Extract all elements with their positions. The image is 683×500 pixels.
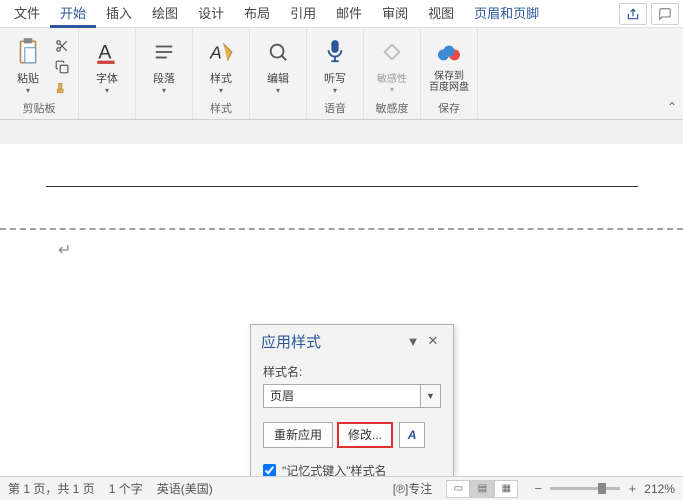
dictate-button[interactable]: 听写 ▾	[313, 32, 357, 98]
tab-draw[interactable]: 绘图	[142, 0, 188, 28]
comment-icon	[658, 7, 672, 21]
chevron-down-icon: ▾	[276, 86, 280, 95]
zoom-thumb[interactable]	[598, 483, 606, 494]
modify-button[interactable]: 修改...	[337, 422, 393, 448]
paragraph-mark-icon: ↵	[58, 240, 71, 260]
chevron-down-icon: ▾	[162, 86, 166, 95]
group-styles: A 样式 ▾ 样式	[193, 28, 250, 119]
tag-icon	[381, 41, 403, 63]
share-button[interactable]	[619, 3, 647, 25]
tab-file[interactable]: 文件	[4, 0, 50, 28]
styles-icon: A	[208, 39, 234, 65]
format-painter-button[interactable]	[52, 79, 72, 98]
zoom-in-button[interactable]: +	[626, 481, 638, 496]
search-icon	[267, 41, 289, 63]
chevron-down-icon: ▾	[333, 86, 337, 95]
comments-button[interactable]	[651, 3, 679, 25]
pane-title: 应用样式	[261, 331, 403, 352]
status-page[interactable]: 第 1 页，共 1 页	[8, 480, 95, 497]
font-icon: A	[94, 39, 120, 65]
view-read-button[interactable]: ▭	[446, 480, 470, 498]
group-paragraph: 段落 ▾	[136, 28, 193, 119]
header-boundary	[0, 228, 683, 230]
autocomplete-checkbox[interactable]	[263, 464, 276, 476]
svg-text:A: A	[209, 42, 222, 62]
pane-close-button[interactable]: ✕	[423, 333, 443, 349]
tab-references[interactable]: 引用	[280, 0, 326, 28]
paragraph-button[interactable]: 段落 ▾	[142, 32, 186, 98]
tab-header-footer[interactable]: 页眉和页脚	[464, 0, 549, 28]
scissors-icon	[55, 39, 69, 53]
group-edit: 编辑 ▾	[250, 28, 307, 119]
autocomplete-checkbox-row[interactable]: "记忆式键入"样式名	[263, 462, 441, 476]
autocomplete-label: "记忆式键入"样式名	[282, 462, 387, 476]
status-words[interactable]: 1 个字	[109, 480, 143, 497]
style-name-input[interactable]: 页眉	[263, 384, 421, 408]
sensitivity-button[interactable]: 敏感性 ▾	[370, 32, 414, 98]
tab-layout[interactable]: 布局	[234, 0, 280, 28]
group-voice: 听写 ▾ 语音	[307, 28, 364, 119]
styles-pane-launcher-button[interactable]: A	[399, 422, 425, 448]
tab-review[interactable]: 审阅	[372, 0, 418, 28]
cut-button[interactable]	[52, 36, 72, 55]
chevron-down-icon: ▾	[219, 86, 223, 95]
styles-button[interactable]: A 样式 ▾	[199, 32, 243, 98]
paste-button[interactable]: 粘贴 ▾	[6, 32, 50, 98]
header-region[interactable]	[46, 186, 638, 228]
status-language[interactable]: 英语(美国)	[157, 480, 213, 497]
svg-text:A: A	[98, 41, 111, 63]
cloud-icon	[436, 42, 462, 64]
tab-insert[interactable]: 插入	[96, 0, 142, 28]
clipboard-icon	[15, 37, 41, 67]
font-button[interactable]: A 字体 ▾	[85, 32, 129, 98]
save-baidu-button[interactable]: 保存到百度网盘	[427, 32, 471, 98]
group-font: A 字体 ▾	[79, 28, 136, 119]
zoom-level[interactable]: 212%	[644, 482, 675, 496]
copy-button[interactable]	[52, 57, 72, 76]
view-web-button[interactable]: ▦	[494, 480, 518, 498]
reapply-button[interactable]: 重新应用	[263, 422, 333, 448]
zoom-out-button[interactable]: −	[532, 481, 544, 496]
chevron-down-icon: ▾	[26, 86, 30, 95]
apply-styles-pane: 应用样式 ▼ ✕ 样式名: 页眉 ▼ 重新应用 修改... A "记忆式键入"样…	[250, 324, 454, 476]
paragraph-icon	[153, 41, 175, 63]
view-print-button[interactable]: ▤	[470, 480, 494, 498]
collapse-ribbon-button[interactable]: ⌃	[667, 100, 677, 114]
status-bar: 第 1 页，共 1 页 1 个字 英语(美国) [℗]专注 ▭ ▤ ▦ − + …	[0, 476, 683, 500]
microphone-icon	[324, 39, 346, 65]
chevron-down-icon: ▾	[390, 85, 394, 94]
group-sensitivity: 敏感性 ▾ 敏感度	[364, 28, 421, 119]
tab-home[interactable]: 开始	[50, 0, 96, 28]
tab-view[interactable]: 视图	[418, 0, 464, 28]
pane-options-button[interactable]: ▼	[403, 334, 423, 349]
group-save: 保存到百度网盘 保存	[421, 28, 478, 119]
focus-mode-button[interactable]: [℗]专注	[393, 480, 433, 497]
style-name-label: 样式名:	[263, 363, 441, 380]
share-icon	[626, 7, 640, 21]
group-clipboard: 粘贴 ▾ 剪贴板	[0, 28, 79, 119]
copy-icon	[55, 60, 69, 74]
edit-button[interactable]: 编辑 ▾	[256, 32, 300, 98]
tab-design[interactable]: 设计	[188, 0, 234, 28]
zoom-slider[interactable]	[550, 487, 620, 490]
chevron-down-icon: ▾	[105, 86, 109, 95]
document-area: ↵ 应用样式 ▼ ✕ 样式名: 页眉 ▼ 重新应用 修改... A "记忆式键入…	[0, 120, 683, 476]
brush-icon	[55, 81, 69, 95]
style-dropdown-button[interactable]: ▼	[421, 384, 441, 408]
tab-mail[interactable]: 邮件	[326, 0, 372, 28]
